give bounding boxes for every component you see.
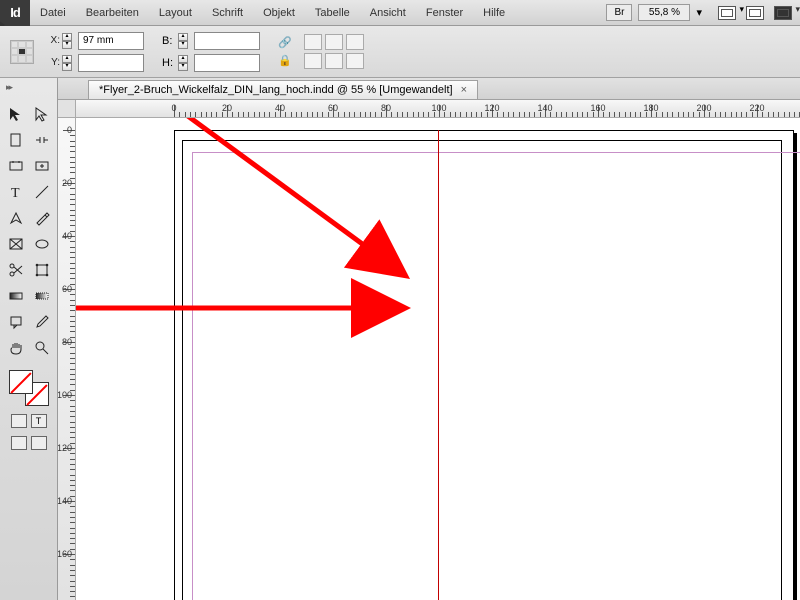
tool-grid: T: [4, 102, 54, 360]
x-stepper[interactable]: ▴▾: [62, 33, 76, 49]
x-label: X:: [46, 35, 60, 46]
document-area: *Flyer_2-Bruch_Wickelfalz_DIN_lang_hoch.…: [58, 78, 800, 600]
work-area: T T: [0, 78, 800, 600]
w-field[interactable]: [194, 32, 260, 50]
gradient-swatch-tool[interactable]: [4, 284, 28, 308]
workspace-switcher-icon[interactable]: ▾: [774, 6, 792, 20]
apply-text-icon[interactable]: T: [31, 414, 47, 428]
preview-view-icon[interactable]: [31, 436, 47, 450]
menu-type[interactable]: Schrift: [202, 2, 253, 24]
wh-dimensions: B: ▴▾ H: ▴▾: [162, 31, 266, 73]
close-tab-icon[interactable]: ×: [461, 84, 467, 96]
pasteboard: [76, 118, 800, 600]
page-tool[interactable]: [4, 128, 28, 152]
h-field[interactable]: [194, 54, 260, 72]
pencil-tool[interactable]: [30, 206, 54, 230]
h-stepper[interactable]: ▴▾: [178, 55, 192, 71]
apply-container-icon[interactable]: [11, 414, 27, 428]
direct-selection-tool[interactable]: [30, 102, 54, 126]
eyedropper-tool[interactable]: [30, 310, 54, 334]
zoom-field[interactable]: 55,8 %: [638, 4, 690, 21]
align-3-icon[interactable]: [346, 34, 364, 50]
fill-stroke-swatches[interactable]: [9, 370, 49, 406]
ellipse-tool[interactable]: [30, 232, 54, 256]
align-distribute-group: [304, 34, 364, 69]
menubar: Id Datei Bearbeiten Layout Schrift Objek…: [0, 0, 800, 26]
vertical-ruler[interactable]: 020406080100120140160180: [58, 118, 76, 600]
constrain-group: 🔗 🔒: [278, 36, 292, 68]
margin-guides: [192, 152, 800, 600]
pen-tool[interactable]: [4, 206, 28, 230]
svg-text:T: T: [11, 186, 20, 200]
reference-point[interactable]: [10, 40, 34, 64]
content-placer-tool[interactable]: [30, 154, 54, 178]
zoom-dropdown-icon[interactable]: ▾: [696, 6, 702, 19]
apply-color-row: T: [11, 414, 47, 428]
tab-strip: *Flyer_2-Bruch_Wickelfalz_DIN_lang_hoch.…: [58, 78, 800, 100]
menu-layout[interactable]: Layout: [149, 2, 202, 24]
link-icon[interactable]: 🔗: [278, 36, 292, 50]
menu-object[interactable]: Objekt: [253, 2, 305, 24]
top-right-group: Br 55,8 % ▾ ▾ ▾: [606, 4, 800, 21]
arrange-documents-icon[interactable]: [746, 6, 764, 20]
y-label: Y:: [46, 57, 60, 68]
ruler-origin-corner[interactable]: [58, 100, 76, 118]
w-stepper[interactable]: ▴▾: [178, 33, 192, 49]
menu-view[interactable]: Ansicht: [360, 2, 416, 24]
note-tool[interactable]: [4, 310, 28, 334]
hand-tool[interactable]: [4, 336, 28, 360]
fold-guide[interactable]: [438, 130, 439, 600]
selection-tool[interactable]: [4, 102, 28, 126]
h-label: H:: [162, 57, 176, 69]
menu-help[interactable]: Hilfe: [473, 2, 515, 24]
gradient-feather-tool[interactable]: [30, 284, 54, 308]
content-collector-tool[interactable]: [4, 154, 28, 178]
menu-table[interactable]: Tabelle: [305, 2, 360, 24]
gap-tool[interactable]: [30, 128, 54, 152]
canvas[interactable]: 020406080100120140160180200220 020406080…: [58, 100, 800, 600]
scissors-tool[interactable]: [4, 258, 28, 282]
free-transform-tool[interactable]: [30, 258, 54, 282]
x-field[interactable]: [78, 32, 144, 50]
screen-mode-normal-icon[interactable]: ▾: [718, 6, 736, 20]
line-tool[interactable]: [30, 180, 54, 204]
y-stepper[interactable]: ▴▾: [62, 55, 76, 71]
document-tab-title: *Flyer_2-Bruch_Wickelfalz_DIN_lang_hoch.…: [99, 84, 453, 96]
rectangle-frame-tool[interactable]: [4, 232, 28, 256]
align-6-icon[interactable]: [346, 53, 364, 69]
y-field[interactable]: [78, 54, 144, 72]
toolbox: T T: [0, 78, 58, 600]
align-5-icon[interactable]: [325, 53, 343, 69]
align-4-icon[interactable]: [304, 53, 322, 69]
menu-list: Datei Bearbeiten Layout Schrift Objekt T…: [30, 2, 606, 24]
menu-file[interactable]: Datei: [30, 2, 76, 24]
align-1-icon[interactable]: [304, 34, 322, 50]
menu-edit[interactable]: Bearbeiten: [76, 2, 149, 24]
fill-swatch[interactable]: [9, 370, 33, 394]
zoom-tool[interactable]: [30, 336, 54, 360]
normal-view-icon[interactable]: [11, 436, 27, 450]
horizontal-ruler[interactable]: 020406080100120140160180200220: [76, 100, 800, 118]
view-mode-row: [11, 436, 47, 450]
type-tool[interactable]: T: [4, 180, 28, 204]
document-tab[interactable]: *Flyer_2-Bruch_Wickelfalz_DIN_lang_hoch.…: [88, 80, 478, 99]
control-bar: X: ▴▾ Y: ▴▾ B: ▴▾ H: ▴▾ 🔗 🔒: [0, 26, 800, 78]
menu-window[interactable]: Fenster: [416, 2, 473, 24]
lock-icon[interactable]: 🔒: [278, 54, 292, 68]
align-2-icon[interactable]: [325, 34, 343, 50]
bridge-button[interactable]: Br: [606, 4, 632, 21]
w-label: B:: [162, 35, 176, 47]
xy-coordinates: X: ▴▾ Y: ▴▾: [46, 31, 150, 73]
